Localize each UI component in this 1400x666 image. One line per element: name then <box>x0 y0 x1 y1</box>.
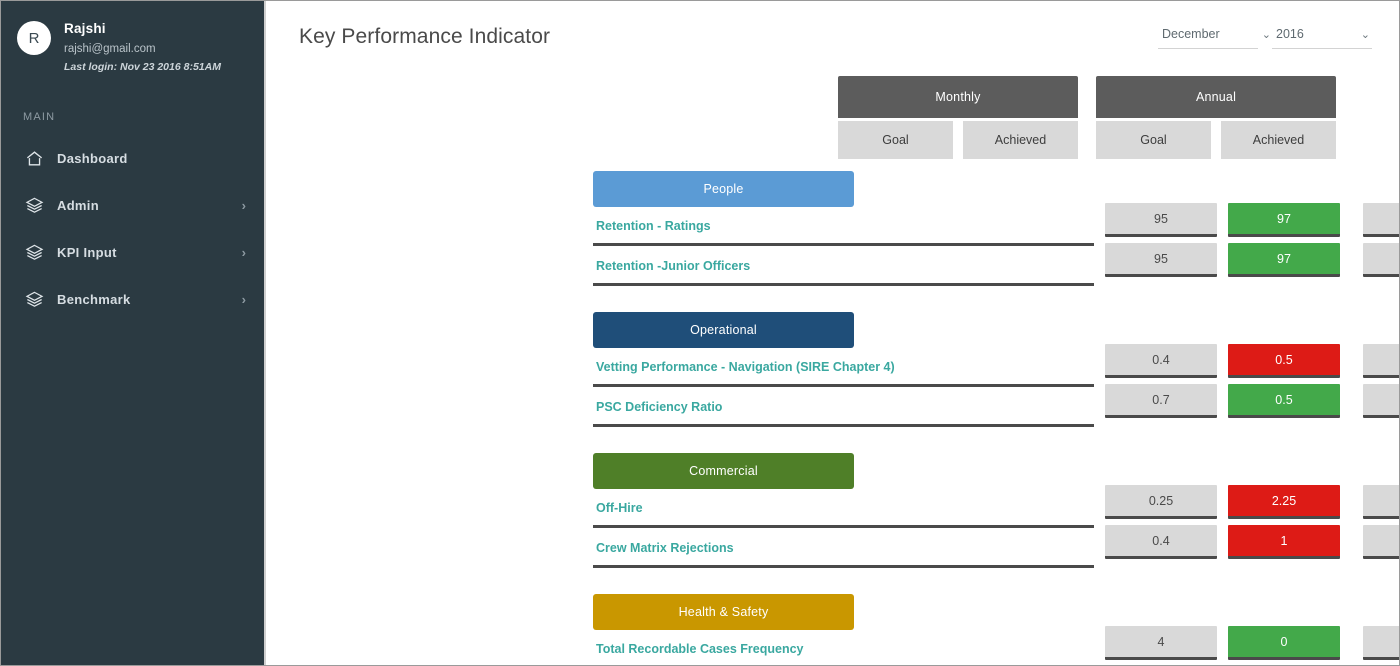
layers-icon <box>21 243 47 262</box>
nav-section-label: MAIN <box>23 111 56 124</box>
cell-annual-goal: 5 <box>1363 525 1399 559</box>
row-divider <box>593 565 1094 568</box>
kpi-name: Vetting Performance - Navigation (SIRE C… <box>596 360 895 374</box>
profile-email: rajshi@gmail.com <box>64 42 156 55</box>
kpi-name: Off-Hire <box>596 501 643 515</box>
kpi-row: Crew Matrix Rejections 0.4 1 5 3 <box>266 525 1399 581</box>
category-badge: Commercial <box>593 453 854 489</box>
row-divider <box>593 424 1094 427</box>
kpi-row: Total Recordable Cases Frequency 4 0 4 7… <box>266 626 1399 665</box>
sidebar: R Rajshi rajshi@gmail.com Last login: No… <box>1 1 266 665</box>
cell-monthly-achieved: 1 <box>1228 525 1340 559</box>
kpi-name: Crew Matrix Rejections <box>596 541 734 555</box>
sidebar-item-label: Admin <box>57 198 99 214</box>
row-divider <box>593 243 1094 246</box>
cell-annual-goal: 3 <box>1363 485 1399 519</box>
sidebar-item-label: KPI Input <box>57 245 117 261</box>
kpi-dashboard-window: R Rajshi rajshi@gmail.com Last login: No… <box>0 0 1400 666</box>
cell-monthly-achieved: 2.25 <box>1228 485 1340 519</box>
cell-monthly-goal: 0.4 <box>1105 525 1217 559</box>
kpi-values: 0.4 1 5 3 <box>1105 525 1399 559</box>
cell-monthly-achieved: 0.5 <box>1228 344 1340 378</box>
cell-monthly-goal: 95 <box>1105 243 1217 277</box>
profile-last-login: Last login: Nov 23 2016 8:51AM <box>64 61 221 74</box>
layers-icon <box>21 196 47 215</box>
avatar: R <box>17 21 51 55</box>
cell-monthly-achieved: 0 <box>1228 626 1340 660</box>
sidebar-item-kpi-input[interactable]: KPI Input › <box>1 229 264 276</box>
row-divider <box>593 384 1094 387</box>
kpi-values: 0.7 0.5 22 1.67 <box>1105 384 1399 418</box>
kpi-values: 95 97 95 98.1 <box>1105 203 1399 237</box>
kpi-row: PSC Deficiency Ratio 0.7 0.5 22 1.67 <box>266 384 1399 440</box>
column-header-goal: Goal <box>1096 121 1211 159</box>
layers-icon <box>21 290 47 309</box>
chevron-right-icon: › <box>241 292 246 308</box>
row-divider <box>593 283 1094 286</box>
column-group-title: Monthly <box>838 76 1078 118</box>
cell-monthly-achieved: 97 <box>1228 243 1340 277</box>
cell-annual-goal: 95 <box>1363 203 1399 237</box>
kpi-values: 0.4 0.5 0.4 0.48 <box>1105 344 1399 378</box>
sidebar-item-admin[interactable]: Admin › <box>1 182 264 229</box>
cell-annual-goal: 0.4 <box>1363 344 1399 378</box>
kpi-name: Retention - Ratings <box>596 219 711 233</box>
home-icon <box>21 149 47 168</box>
category-badge: People <box>593 171 854 207</box>
kpi-values: 4 0 4 7.91 <box>1105 626 1399 660</box>
sidebar-item-benchmark[interactable]: Benchmark › <box>1 276 264 323</box>
cell-annual-goal: 95 <box>1363 243 1399 277</box>
sidebar-item-dashboard[interactable]: Dashboard <box>1 135 264 182</box>
sidebar-item-label: Dashboard <box>57 151 128 167</box>
column-group-monthly: Monthly Goal Achieved <box>838 76 1078 159</box>
kpi-name: Retention -Junior Officers <box>596 259 751 273</box>
column-group-annual: Annual Goal Achieved <box>1096 76 1336 159</box>
sidebar-item-label: Benchmark <box>57 292 131 308</box>
kpi-row: Retention -Junior Officers 95 97 95 98.2 <box>266 243 1399 299</box>
column-header-achieved: Achieved <box>1221 121 1336 159</box>
cell-monthly-achieved: 97 <box>1228 203 1340 237</box>
kpi-values: 95 97 95 98.2 <box>1105 243 1399 277</box>
column-group-title: Annual <box>1096 76 1336 118</box>
user-profile: R Rajshi rajshi@gmail.com Last login: No… <box>1 1 264 85</box>
profile-name: Rajshi <box>64 21 106 36</box>
cell-monthly-goal: 4 <box>1105 626 1217 660</box>
kpi-name: Total Recordable Cases Frequency <box>596 642 804 656</box>
cell-monthly-goal: 95 <box>1105 203 1217 237</box>
main-content: Key Performance Indicator December ⌄ 201… <box>266 1 1399 665</box>
column-header-achieved: Achieved <box>963 121 1078 159</box>
cell-monthly-goal: 0.25 <box>1105 485 1217 519</box>
kpi-grid: Monthly Goal Achieved Annual Goal Achiev… <box>266 1 1399 665</box>
column-header-goal: Goal <box>838 121 953 159</box>
cell-annual-goal: 4 <box>1363 626 1399 660</box>
cell-monthly-goal: 0.7 <box>1105 384 1217 418</box>
row-divider <box>593 525 1094 528</box>
kpi-values: 0.25 2.25 3 12.76 <box>1105 485 1399 519</box>
chevron-right-icon: › <box>241 198 246 214</box>
category-badge: Operational <box>593 312 854 348</box>
category-badge: Health & Safety <box>593 594 854 630</box>
cell-monthly-achieved: 0.5 <box>1228 384 1340 418</box>
cell-monthly-goal: 0.4 <box>1105 344 1217 378</box>
cell-annual-goal: 22 <box>1363 384 1399 418</box>
kpi-name: PSC Deficiency Ratio <box>596 400 723 414</box>
chevron-right-icon: › <box>241 245 246 261</box>
